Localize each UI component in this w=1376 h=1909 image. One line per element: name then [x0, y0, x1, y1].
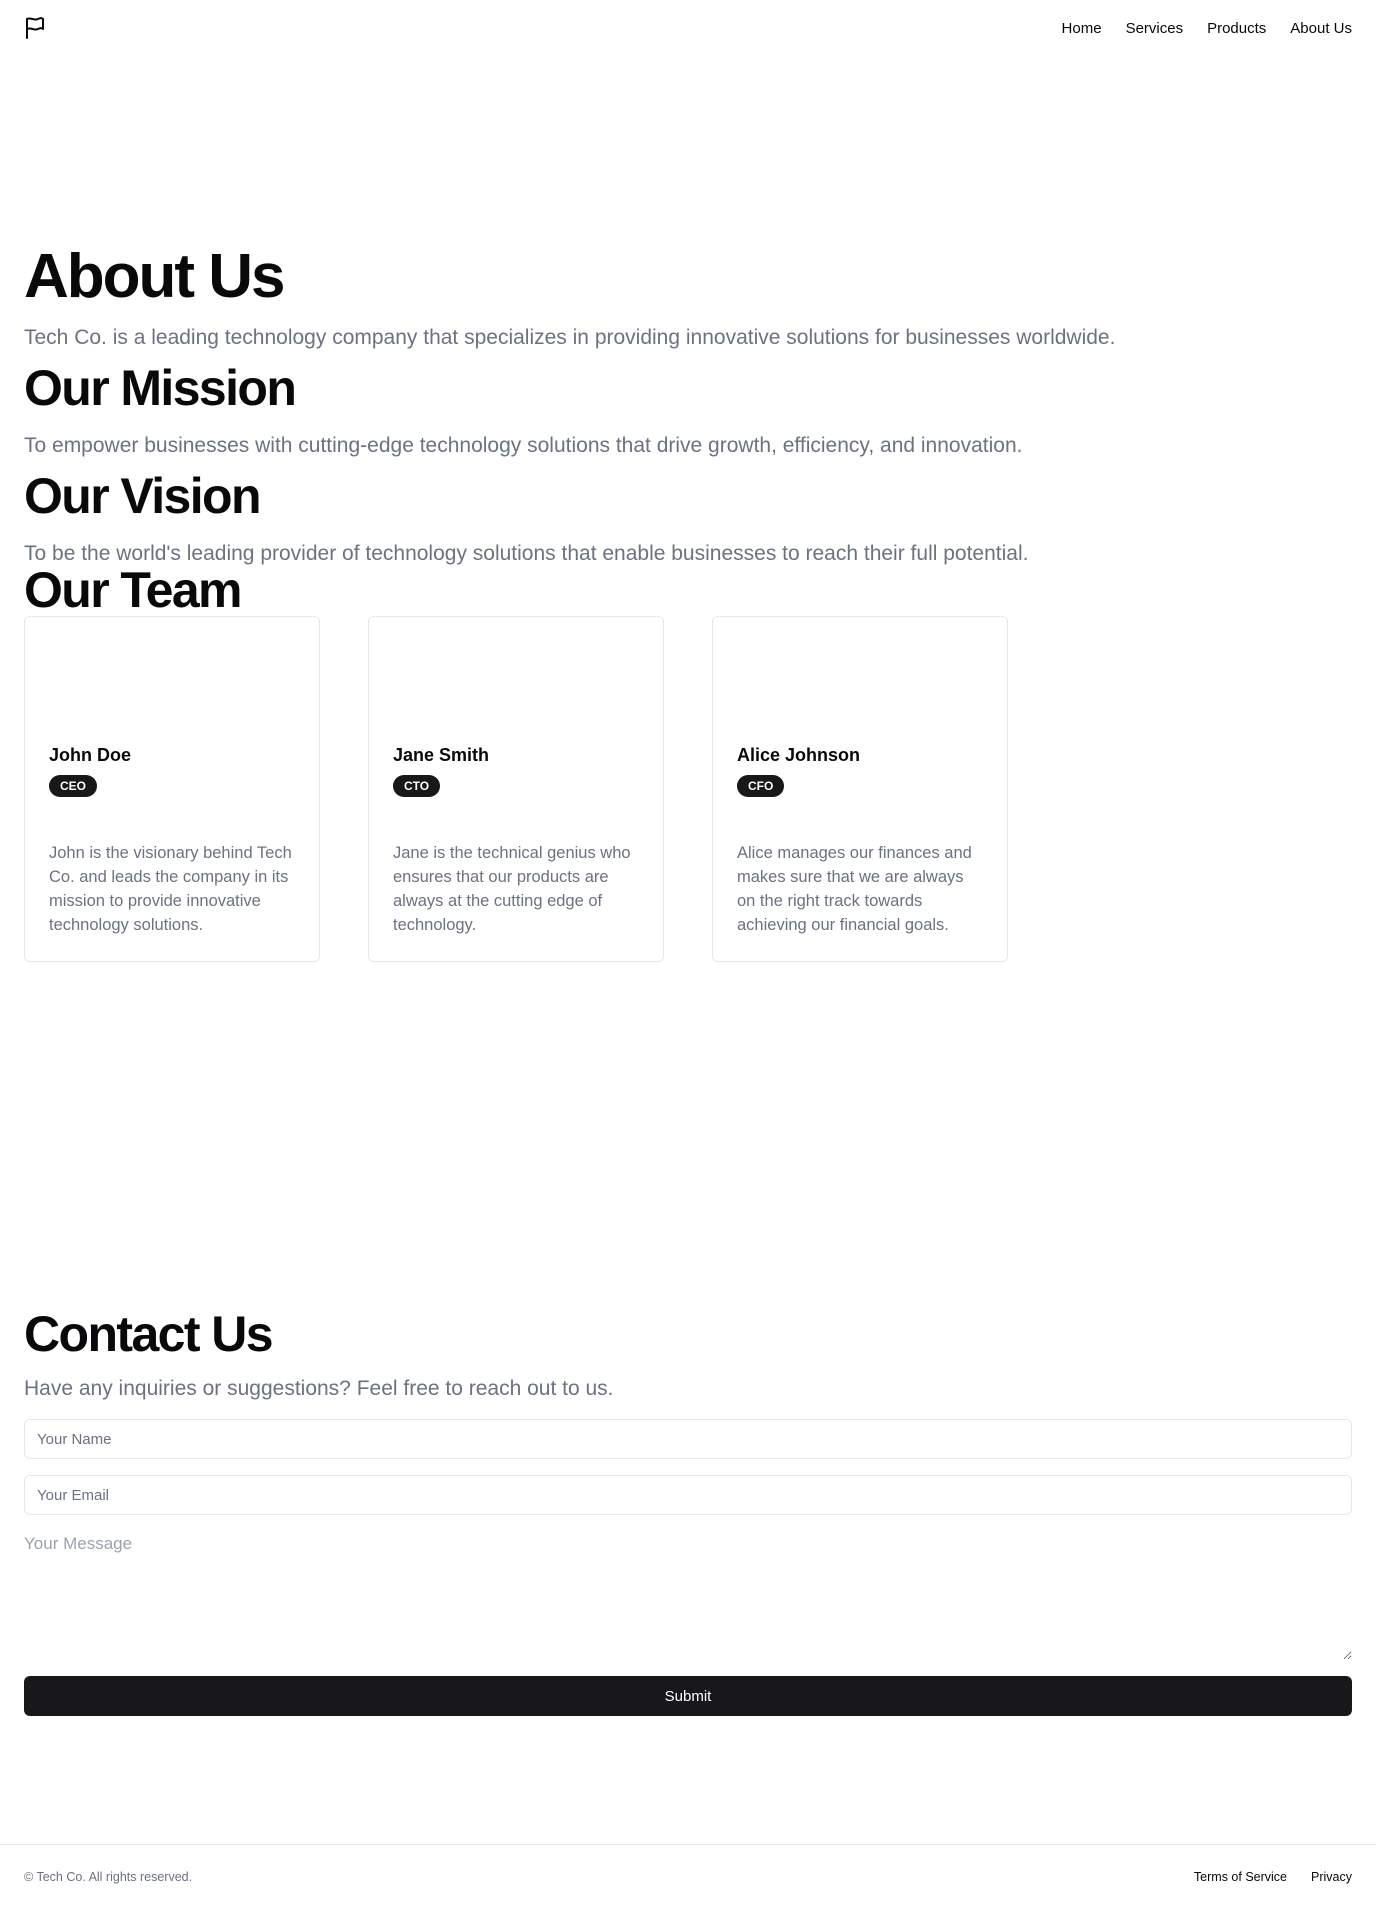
nav-about-us[interactable]: About Us: [1290, 20, 1352, 37]
about-intro: Tech Co. is a leading technology company…: [24, 326, 1116, 349]
main-nav: Home Services Products About Us: [1062, 20, 1352, 37]
member-name: Jane Smith: [393, 745, 490, 765]
role-badge: CEO: [49, 775, 98, 797]
member-bio: John is the visionary behind Tech Co. an…: [49, 844, 292, 934]
member-photo: [49, 617, 295, 743]
vision-title: Our Vision: [24, 468, 262, 524]
member-bio: Jane is the technical genius who ensures…: [393, 844, 631, 934]
submit-button[interactable]: Submit: [24, 1676, 1352, 1716]
mission-title: Our Mission: [24, 360, 297, 416]
site-header: Home Services Products About Us: [0, 0, 1376, 56]
member-name: Alice Johnson: [737, 745, 861, 765]
page-title: About Us: [24, 242, 286, 311]
nav-home[interactable]: Home: [1062, 20, 1102, 37]
nav-services[interactable]: Services: [1126, 20, 1184, 37]
name-input[interactable]: [24, 1419, 1352, 1459]
mission-text: To empower businesses with cutting-edge …: [24, 434, 1023, 457]
team-card-john-doe: John Doe CEO John is the visionary behin…: [24, 616, 320, 962]
email-input[interactable]: [24, 1475, 1352, 1515]
member-bio: Alice manages our finances and makes sur…: [737, 844, 972, 934]
footer-links: Terms of Service Privacy: [1194, 1870, 1352, 1884]
copyright-text: © Tech Co. All rights reserved.: [24, 1870, 193, 1884]
member-photo: [393, 617, 639, 743]
terms-link[interactable]: Terms of Service: [1194, 1870, 1287, 1884]
page: Home Services Products About Us About Us…: [0, 0, 1376, 1909]
member-name: John Doe: [49, 745, 132, 765]
logo-link[interactable]: [24, 15, 50, 41]
message-textarea[interactable]: [24, 1528, 1352, 1660]
contact-intro: Have any inquiries or suggestions? Feel …: [24, 1377, 614, 1400]
privacy-link[interactable]: Privacy: [1311, 1870, 1352, 1884]
contact-title: Contact Us: [24, 1306, 274, 1362]
site-footer: © Tech Co. All rights reserved. Terms of…: [0, 1844, 1376, 1909]
nav-products[interactable]: Products: [1207, 20, 1266, 37]
member-photo: [737, 617, 983, 743]
team-card-alice-johnson: Alice Johnson CFO Alice manages our fina…: [712, 616, 1008, 962]
role-badge: CFO: [737, 775, 785, 797]
team-title: Our Team: [24, 562, 242, 618]
flag-icon: [26, 17, 44, 39]
team-card-jane-smith: Jane Smith CTO Jane is the technical gen…: [368, 616, 664, 962]
role-badge: CTO: [393, 775, 441, 797]
